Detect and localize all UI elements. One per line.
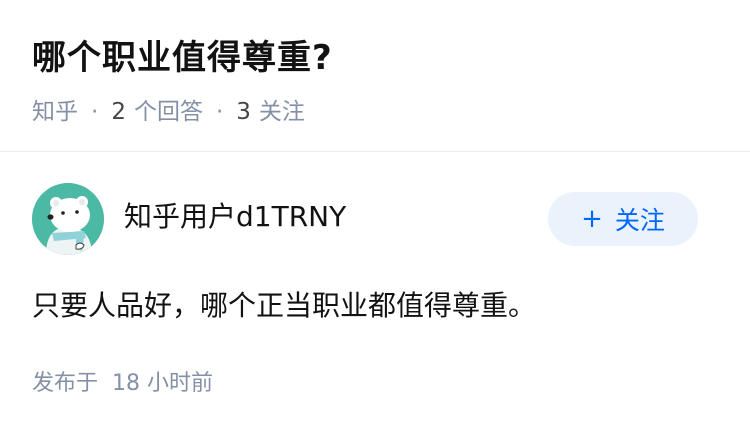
- answer-count-label[interactable]: 个回答: [134, 96, 203, 128]
- question-page: 哪个职业值得尊重? 知乎 · 2 个回答 · 3 关注 知乎用户d1TRNY +…: [0, 0, 750, 434]
- author-row: 知乎用户d1TRNY + 关注: [32, 183, 718, 257]
- answer-count: 2: [111, 99, 126, 125]
- question-meta: 知乎 · 2 个回答 · 3 关注: [32, 96, 722, 128]
- follower-count: 3: [236, 99, 251, 125]
- avatar[interactable]: [32, 183, 104, 255]
- plus-icon: +: [581, 204, 603, 234]
- follow-button[interactable]: + 关注: [548, 192, 698, 246]
- section-divider: [0, 151, 750, 152]
- publish-time-value: 18 小时前: [112, 371, 214, 396]
- question-header: 哪个职业值得尊重? 知乎 · 2 个回答 · 3 关注: [32, 34, 722, 128]
- answer-content[interactable]: 只要人品好，哪个正当职业都值得尊重。: [32, 284, 536, 328]
- question-title[interactable]: 哪个职业值得尊重?: [32, 34, 722, 82]
- meta-separator: ·: [215, 99, 224, 125]
- polar-bear-avatar-icon: [32, 183, 104, 255]
- publish-time: 发布于 18 小时前: [32, 368, 213, 400]
- publish-time-prefix: 发布于: [32, 371, 99, 396]
- meta-separator: ·: [91, 99, 99, 125]
- author-name[interactable]: 知乎用户d1TRNY: [124, 197, 346, 237]
- follower-count-label[interactable]: 关注: [259, 96, 305, 128]
- source-label[interactable]: 知乎: [32, 96, 78, 128]
- answer-card: 知乎用户d1TRNY + 关注 只要人品好，哪个正当职业都值得尊重。 发布于 1…: [32, 183, 718, 396]
- follow-button-label: 关注: [614, 206, 665, 235]
